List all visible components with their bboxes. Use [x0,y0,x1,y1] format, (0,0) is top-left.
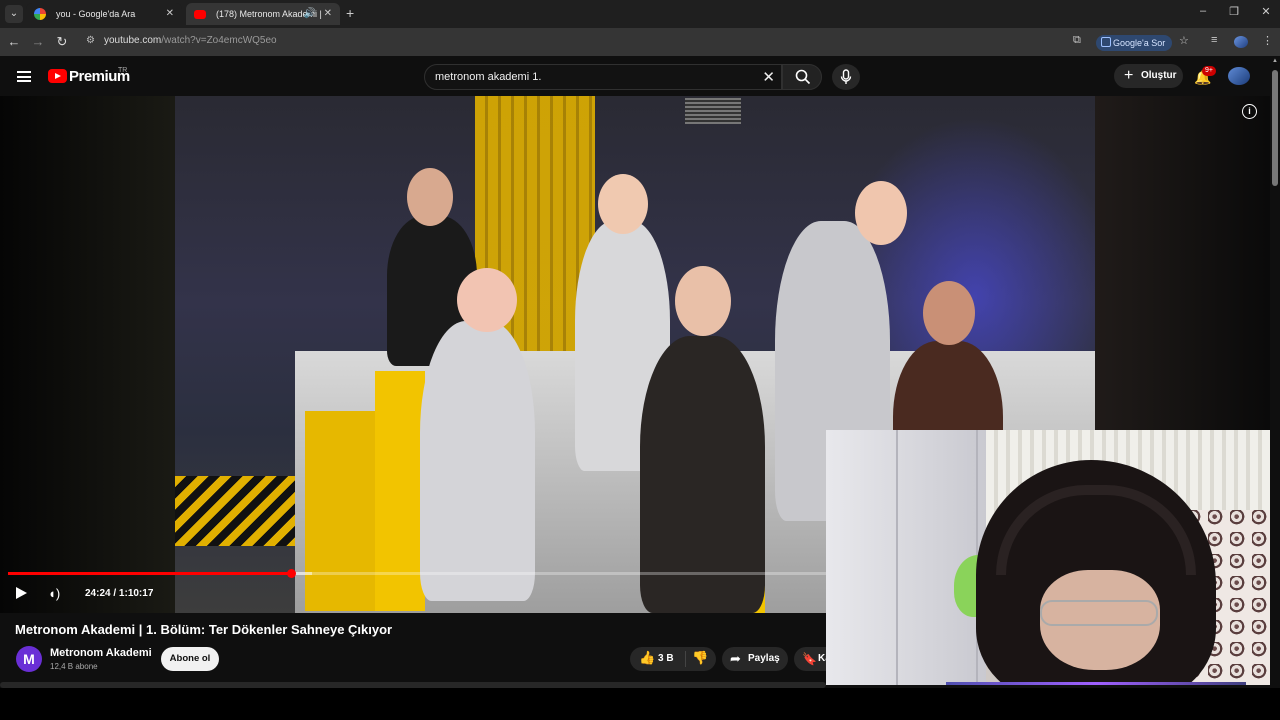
tab-youtube[interactable]: (178) Metronom Akademi | 🔊 ✕ [186,3,340,25]
bookmark-icon: 🔖 [802,652,817,666]
tab-search-icon[interactable]: ≡ [1211,34,1217,46]
google-sor-button[interactable]: Google'a Sor [1096,35,1173,51]
time-display: 24:24 / 1:10:17 [85,588,154,599]
profile-avatar[interactable] [1234,36,1248,48]
tab-google-search[interactable]: you - Google'da Ara ✕ [26,3,182,25]
new-tab-button[interactable]: + [346,4,360,24]
thumbs-up-icon[interactable]: 👍 [639,650,655,666]
ceiling-vent [685,98,741,124]
restore-icon[interactable]: ❐ [1224,5,1244,18]
stage-block [375,371,425,611]
share-label: Paylaş [748,653,780,664]
site-info-icon[interactable]: ⚙ [86,35,95,46]
plus-icon: + [1124,67,1134,84]
search-value: metronom akademi 1. [435,71,542,83]
webcam-glasses [1040,600,1158,626]
minimize-icon[interactable]: – [1193,5,1213,17]
scroll-up-icon[interactable]: ▲ [1272,58,1278,64]
tab-label: you - Google'da Ara [56,9,136,19]
scrollbar-thumb[interactable] [1272,70,1278,186]
mic-icon [840,69,852,84]
google-icon [34,8,46,20]
video-letterbox-left [0,96,175,613]
region-code: TR [118,67,128,74]
youtube-icon [194,10,206,19]
person-head [457,268,517,332]
chevron-down-icon[interactable]: ⌄ [5,5,23,23]
clear-icon[interactable]: ✕ [762,68,775,86]
back-icon[interactable]: ← [6,33,22,51]
browser-tab-strip: ⌄ you - Google'da Ara ✕ (178) Metronom A… [0,0,1280,28]
progress-played [8,572,292,575]
person-head [598,174,648,234]
channel-name[interactable]: Metronom Akademi [50,647,152,659]
stage-block [305,411,375,611]
star-icon[interactable]: ☆ [1179,34,1189,47]
close-icon[interactable]: ✕ [324,3,332,25]
webcam-wardrobe [826,430,986,685]
like-count[interactable]: 3 B [658,653,674,664]
channel-avatar[interactable]: M [16,646,42,672]
speaker-icon[interactable]: 🔊 [304,3,316,25]
lens-icon [1101,37,1111,47]
subscribe-button[interactable]: Abone ol [161,647,219,671]
account-avatar[interactable] [1228,67,1250,85]
address-bar[interactable]: ⚙ youtube.com/watch?v=Zo4emcWQ5eo [80,31,1200,53]
subscriber-count: 12,4 B abone [50,662,98,671]
person-head [675,266,731,336]
person-head [407,168,453,226]
notification-badge: 9+ [1202,66,1216,76]
cast-icon[interactable]: ⧉ [1073,34,1081,47]
youtube-header: Premium TR metronom akademi 1. ✕ + Oluşt… [0,56,1280,96]
forward-icon[interactable]: → [30,33,46,51]
person-head [923,281,975,345]
webcam-overlay [826,430,1280,685]
hazard-stripes [175,476,295,546]
info-icon[interactable]: i [1242,104,1257,119]
volume-icon[interactable]: ◖) [48,586,60,601]
search-input[interactable]: metronom akademi 1. ✕ [424,64,782,90]
video-title: Metronom Akademi | 1. Bölüm: Ter Dökenle… [15,622,393,637]
browser-toolbar: ← → ↻ ⚙ youtube.com/watch?v=Zo4emcWQ5eo [0,28,1280,56]
search-icon [795,69,811,85]
taskbar-gap [0,688,1280,720]
wardrobe-seam [896,430,898,685]
reload-icon[interactable]: ↻ [54,33,70,51]
share-icon: ➦ [730,651,741,666]
webcam-keyboard-glow [946,682,1246,685]
play-icon[interactable] [16,587,27,599]
screen: ⌄ you - Google'da Ara ✕ (178) Metronom A… [0,0,1280,720]
close-window-icon[interactable]: ✕ [1256,5,1276,18]
share-button[interactable]: ➦ Paylaş [722,647,788,671]
search-button[interactable] [782,64,822,90]
like-dislike-group: 👍 3 B 👎 [630,647,716,671]
progress-bar[interactable] [8,569,826,578]
thumbs-down-icon[interactable]: 👎 [692,650,708,666]
close-icon[interactable]: ✕ [166,3,174,25]
google-sor-label: Google'a Sor [1113,38,1166,48]
menu-icon[interactable]: ⋮ [1262,34,1273,47]
voice-search-button[interactable] [832,64,860,90]
hamburger-icon[interactable] [17,71,31,82]
create-label: Oluştur [1141,70,1177,81]
page-scrollbar[interactable]: ▲ [1270,56,1280,688]
person-head [855,181,907,245]
divider [685,651,686,667]
url-text: youtube.com/watch?v=Zo4emcWQ5eo [104,35,277,46]
person [420,321,535,601]
youtube-logo-icon[interactable] [48,69,67,83]
create-button[interactable]: + Oluştur [1114,64,1183,88]
